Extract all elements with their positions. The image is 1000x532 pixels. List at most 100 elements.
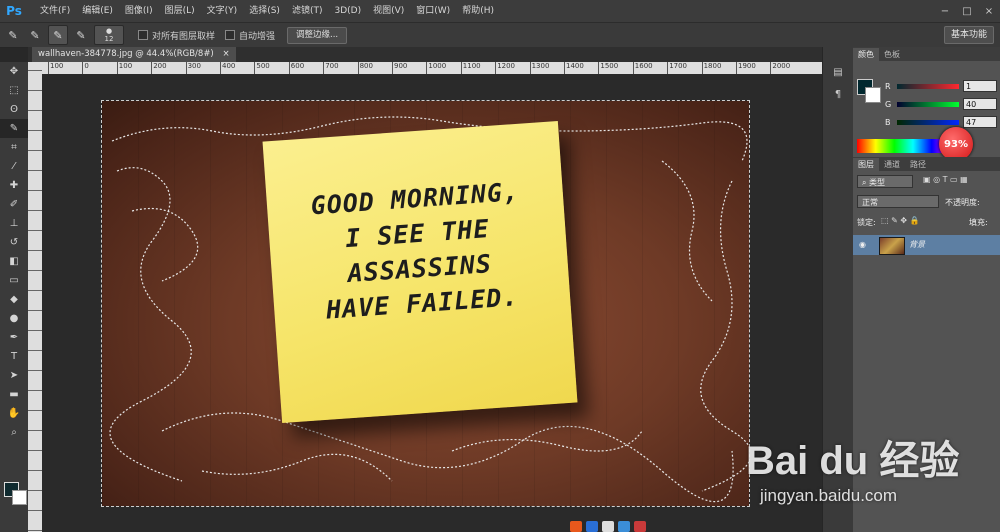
- ruler-tick-label: 1200: [495, 62, 516, 74]
- eyedropper-tool-icon[interactable]: ⁄: [0, 157, 28, 176]
- document-image[interactable]: GOOD MORNING, I SEE THE ASSASSINS HAVE F…: [101, 100, 750, 507]
- quick-selection-preset-icon[interactable]: ✎: [4, 26, 22, 44]
- ruler-tick: [28, 290, 42, 291]
- menu-edit[interactable]: 编辑(E): [76, 0, 119, 22]
- ruler-tick-label: 800: [357, 62, 373, 74]
- zoom-tool-icon[interactable]: ⌕: [0, 423, 28, 442]
- green-slider[interactable]: [897, 102, 959, 107]
- layer-row-background[interactable]: ◉ 背景: [853, 235, 1000, 255]
- menu-type[interactable]: 文字(Y): [201, 0, 244, 22]
- blue-slider[interactable]: [897, 120, 959, 125]
- app-icon[interactable]: [570, 521, 582, 532]
- opacity-label: 不透明度:: [945, 198, 980, 207]
- auto-enhance-checkbox[interactable]: [225, 30, 236, 40]
- sticky-note: GOOD MORNING, I SEE THE ASSASSINS HAVE F…: [262, 121, 578, 423]
- tab-channels[interactable]: 通道: [879, 158, 905, 171]
- sample-all-layers-checkbox[interactable]: [138, 30, 148, 40]
- lasso-tool-icon[interactable]: ʘ: [0, 100, 28, 119]
- blend-mode-select[interactable]: 正常: [857, 195, 939, 208]
- horizontal-ruler: 100 0 100 200 300 400 500 600 700 800 900 1000 1100 1…: [42, 62, 822, 74]
- document-tab-close-icon[interactable]: ×: [222, 49, 229, 59]
- menu-filter[interactable]: 滤镜(T): [286, 0, 329, 22]
- menu-help[interactable]: 帮助(H): [456, 0, 500, 22]
- history-brush-tool-icon[interactable]: ↺: [0, 233, 28, 252]
- rectangle-tool-icon[interactable]: ▬: [0, 385, 28, 404]
- type-tool-icon[interactable]: T: [0, 347, 28, 366]
- pen-tool-icon[interactable]: ✒: [0, 328, 28, 347]
- ruler-tick: [28, 510, 42, 511]
- ruler-tick-label: 2000: [770, 62, 791, 74]
- path-selection-tool-icon[interactable]: ➤: [0, 366, 28, 385]
- menu-image[interactable]: 图像(I): [119, 0, 159, 22]
- workspace-switcher[interactable]: 基本功能: [943, 26, 994, 44]
- blue-value-input[interactable]: 47: [963, 116, 997, 128]
- document-tab-title: wallhaven-384778.jpg @ 44.4%(RGB/8#): [38, 49, 214, 59]
- ruler-tick: [28, 330, 42, 331]
- menu-view[interactable]: 视图(V): [367, 0, 410, 22]
- marquee-tool-icon[interactable]: ⬚: [0, 81, 28, 100]
- app-icon[interactable]: [634, 521, 646, 532]
- fill-label: 填充:: [969, 218, 988, 227]
- ruler-tick-label: 1300: [529, 62, 550, 74]
- app-icon[interactable]: [618, 521, 630, 532]
- red-slider[interactable]: [897, 84, 959, 89]
- ruler-tick: [28, 390, 42, 391]
- ruler-tick-label: 200: [151, 62, 167, 74]
- green-value-input[interactable]: 40: [963, 98, 997, 110]
- red-slider-row: R 1: [853, 80, 1000, 98]
- tab-paths[interactable]: 路径: [905, 158, 931, 171]
- lock-label: 锁定:: [857, 218, 876, 227]
- maximize-button[interactable]: □: [956, 0, 978, 22]
- ruler-tick: [28, 170, 42, 171]
- blur-tool-icon[interactable]: ◆: [0, 290, 28, 309]
- add-to-selection-icon[interactable]: ✎: [48, 25, 68, 45]
- ruler-tick: [28, 490, 42, 491]
- menu-3d[interactable]: 3D(D): [328, 0, 367, 22]
- new-selection-icon[interactable]: ✎: [26, 26, 44, 44]
- subtract-selection-icon[interactable]: ✎: [72, 26, 90, 44]
- ruler-tick: [28, 310, 42, 311]
- dodge-tool-icon[interactable]: ●: [0, 309, 28, 328]
- eraser-tool-icon[interactable]: ◧: [0, 252, 28, 271]
- taskbar-icons: [570, 521, 646, 532]
- menu-window[interactable]: 窗口(W): [410, 0, 456, 22]
- hand-tool-icon[interactable]: ✋: [0, 404, 28, 423]
- layer-visibility-eye-icon[interactable]: ◉: [859, 240, 866, 249]
- app-icon[interactable]: [602, 521, 614, 532]
- menu-layer[interactable]: 图层(L): [159, 0, 201, 22]
- quick-selection-tool-icon[interactable]: ✎: [0, 119, 28, 138]
- document-tab[interactable]: wallhaven-384778.jpg @ 44.4%(RGB/8#) ×: [32, 47, 236, 62]
- tab-swatches[interactable]: 色板: [879, 48, 905, 61]
- crop-tool-icon[interactable]: ⌗: [0, 138, 28, 157]
- layer-filter-select[interactable]: ⌕ 类型: [857, 175, 913, 188]
- move-tool-icon[interactable]: ✥: [0, 62, 28, 81]
- close-button[interactable]: ×: [978, 0, 1000, 22]
- ruler-tick-label: 1900: [736, 62, 756, 74]
- background-color-swatch[interactable]: [12, 490, 27, 505]
- healing-brush-tool-icon[interactable]: ✚: [0, 176, 28, 195]
- brush-tool-icon[interactable]: ✐: [0, 195, 28, 214]
- history-panel-icon[interactable]: ▤: [823, 61, 853, 83]
- layer-filter-icons[interactable]: ▣ ◎ T ▭ ▦: [923, 175, 968, 184]
- tab-color[interactable]: 颜色: [853, 48, 879, 61]
- minimize-button[interactable]: −: [934, 0, 956, 22]
- paragraph-panel-icon[interactable]: ¶: [823, 83, 853, 105]
- ruler-tick-label: 900: [392, 62, 408, 74]
- brush-size-picker[interactable]: ● 12: [94, 25, 124, 45]
- tab-layers[interactable]: 图层: [853, 158, 879, 171]
- watermark-logo: Bai du 经验: [746, 439, 960, 483]
- gradient-tool-icon[interactable]: ▭: [0, 271, 28, 290]
- app-icon[interactable]: [586, 521, 598, 532]
- menu-file[interactable]: 文件(F): [34, 0, 76, 22]
- ruler-tick: [28, 470, 42, 471]
- blue-label: B: [885, 118, 891, 127]
- lock-icons[interactable]: ⬚ ✎ ✥ 🔒: [881, 216, 920, 225]
- layer-filter-value: 类型: [869, 178, 886, 187]
- menu-select[interactable]: 选择(S): [243, 0, 286, 22]
- clone-stamp-tool-icon[interactable]: ⊥: [0, 214, 28, 233]
- red-value-input[interactable]: 1: [963, 80, 997, 92]
- layers-panel-tabs: 图层 通道 路径: [853, 157, 1000, 171]
- refine-edge-button[interactable]: 调整边缘...: [287, 26, 348, 44]
- canvas-area[interactable]: GOOD MORNING, I SEE THE ASSASSINS HAVE F…: [42, 74, 822, 532]
- ruler-tick-label: 1100: [460, 62, 481, 74]
